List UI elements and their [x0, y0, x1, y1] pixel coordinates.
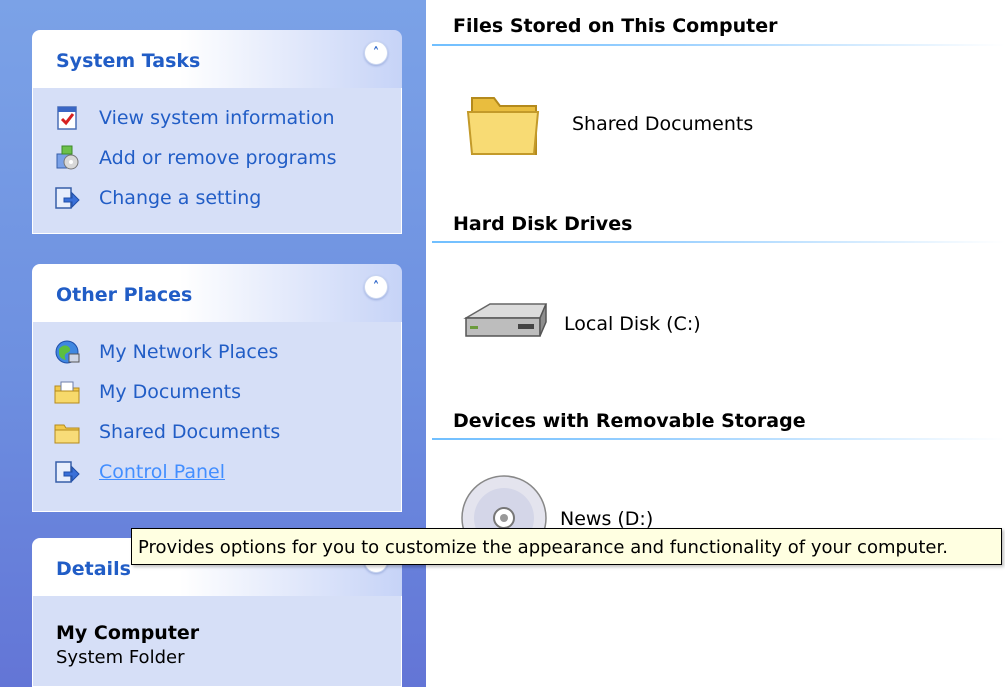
system-info-icon	[57, 106, 77, 130]
task-label[interactable]: Add or remove programs	[99, 147, 337, 169]
folder-icon	[466, 97, 540, 155]
details-item-type: System Folder	[56, 647, 185, 668]
task-view-system-information[interactable]: View system information	[33, 98, 401, 138]
collapse-chevron-icon[interactable]: ˄	[364, 41, 388, 65]
item-label[interactable]: Local Disk (C:)	[564, 313, 701, 335]
add-remove-programs-icon	[56, 145, 79, 170]
system-tasks-body: View system information Add or remove pr…	[32, 88, 402, 234]
task-change-a-setting[interactable]: Change a setting	[33, 178, 401, 218]
group-divider	[432, 44, 1005, 46]
system-tasks-title[interactable]: System Tasks	[56, 50, 200, 72]
place-label[interactable]: My Network Places	[99, 341, 278, 363]
control-panel-icon	[55, 187, 80, 209]
place-shared-documents[interactable]: Shared Documents	[33, 412, 401, 452]
item-shared-documents[interactable]: Shared Documents	[464, 88, 753, 160]
place-my-documents[interactable]: My Documents	[33, 372, 401, 412]
other-places-title[interactable]: Other Places	[56, 284, 192, 306]
group-header-removable-storage: Devices with Removable Storage	[453, 410, 806, 432]
my-documents-icon	[54, 381, 80, 404]
place-label[interactable]: Control Panel	[99, 461, 225, 483]
details-body: My Computer System Folder	[32, 596, 402, 687]
details-title[interactable]: Details	[56, 558, 131, 580]
other-places-header[interactable]: Other Places ˄	[32, 264, 402, 322]
place-my-network-places[interactable]: My Network Places	[33, 332, 401, 372]
control-panel-icon	[55, 461, 80, 483]
item-local-disk-c[interactable]: Local Disk (C:)	[458, 296, 701, 352]
group-header-hard-disk-drives: Hard Disk Drives	[453, 213, 633, 235]
place-label[interactable]: Shared Documents	[99, 421, 280, 443]
other-places-panel: Other Places ˄ My Network Places My Docu…	[32, 264, 402, 512]
task-label[interactable]: View system information	[99, 107, 335, 129]
other-places-body: My Network Places My Documents Shared Do…	[32, 322, 402, 512]
task-add-or-remove-programs[interactable]: Add or remove programs	[33, 138, 401, 178]
network-places-icon	[55, 340, 80, 364]
group-divider	[432, 241, 1005, 243]
system-tasks-header[interactable]: System Tasks ˄	[32, 30, 402, 88]
task-label[interactable]: Change a setting	[99, 187, 261, 209]
place-label[interactable]: My Documents	[99, 381, 241, 403]
task-pane: System Tasks ˄ View system information A…	[0, 0, 426, 687]
tooltip: Provides options for you to customize th…	[131, 528, 1002, 565]
place-control-panel[interactable]: Control Panel	[33, 452, 401, 492]
collapse-chevron-icon[interactable]: ˄	[364, 275, 388, 299]
details-item-name: My Computer	[56, 622, 200, 644]
hard-drive-icon	[463, 303, 548, 337]
group-header-files-stored: Files Stored on This Computer	[453, 15, 778, 37]
item-label[interactable]: News (D:)	[560, 508, 653, 530]
item-label[interactable]: Shared Documents	[572, 113, 753, 135]
folder-icon	[54, 424, 80, 444]
system-tasks-panel: System Tasks ˄ View system information A…	[32, 30, 402, 234]
group-divider	[432, 438, 1005, 440]
